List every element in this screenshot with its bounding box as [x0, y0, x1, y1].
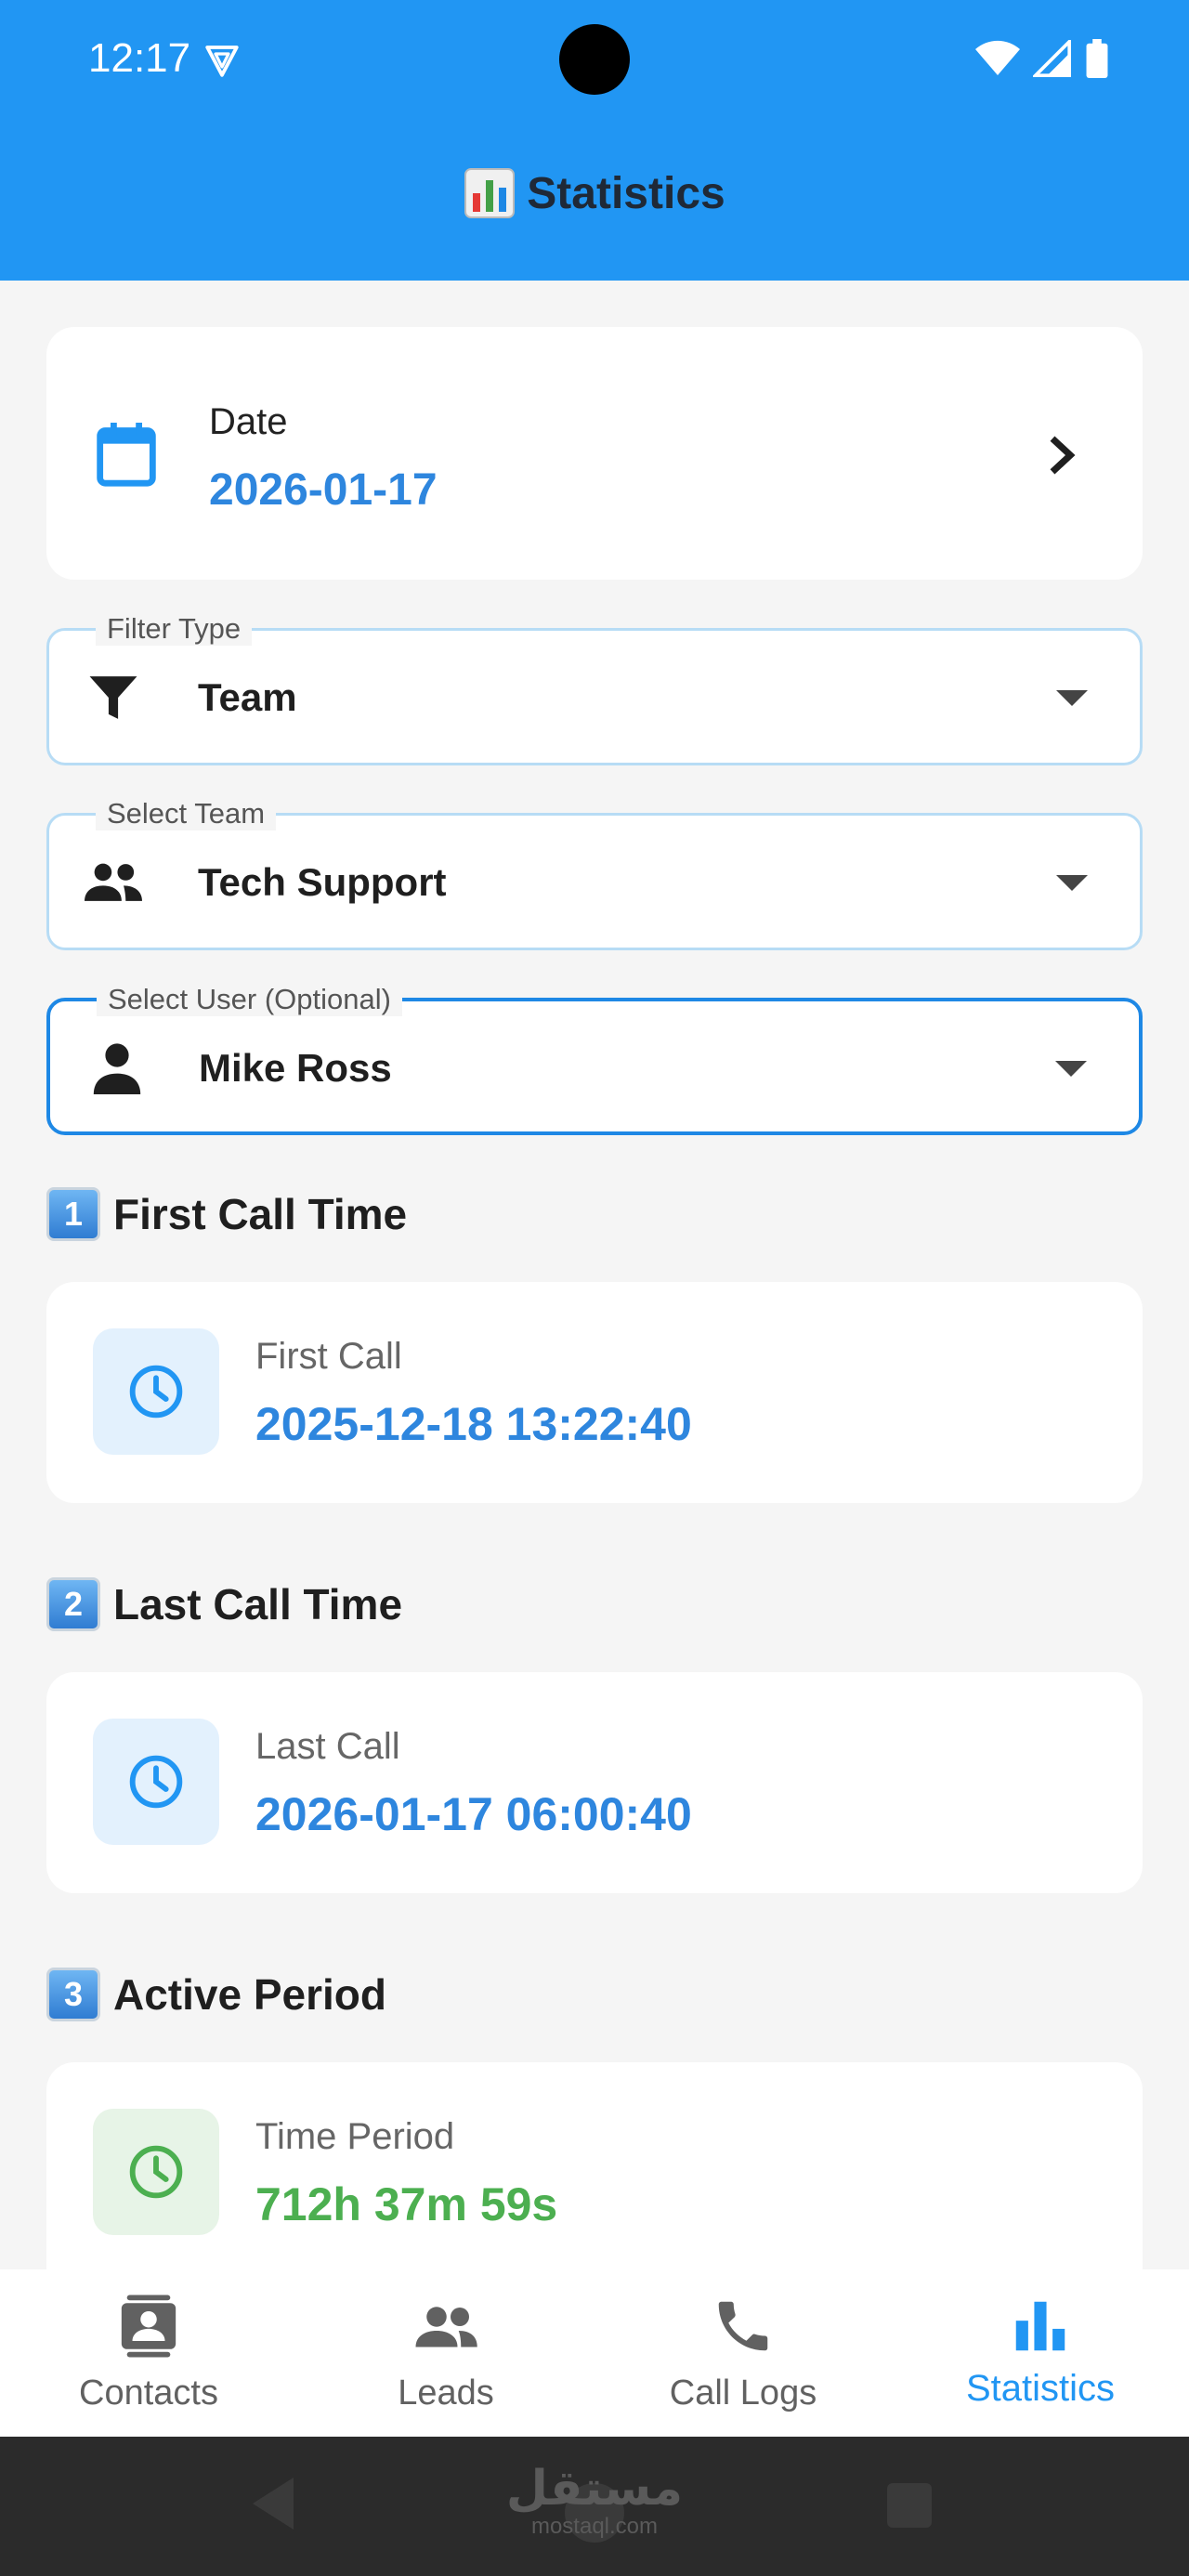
stat-value: 2026-01-17 06:00:40: [255, 1788, 692, 1840]
wifi-icon: [975, 40, 1020, 75]
cell-signal-icon: [1033, 40, 1071, 77]
group-icon: [415, 2307, 477, 2347]
section-first-call-title: 1 First Call Time: [46, 1187, 407, 1241]
nav-item-call-logs[interactable]: Call Logs: [594, 2269, 892, 2437]
nav-label: Call Logs: [669, 2373, 817, 2413]
phone-icon: [718, 2301, 768, 2351]
bottom-navigation: Contacts Leads Call Logs Statistics: [0, 2269, 1189, 2437]
select-user-label: Select User (Optional): [97, 983, 402, 1016]
stat-label: Time Period: [255, 2116, 455, 2157]
date-label: Date: [209, 401, 288, 442]
watermark-arabic: مستقل: [505, 2461, 684, 2517]
stat-icon-box: [93, 1328, 219, 1455]
camera-cutout: [559, 24, 630, 95]
app-bar: 12:17 Statistics: [0, 0, 1189, 281]
nav-label: Statistics: [965, 2368, 1116, 2409]
dropdown-arrow-icon: [1056, 690, 1088, 706]
group-icon: [85, 863, 142, 901]
select-team-label: Select Team: [96, 797, 277, 830]
keycap-1-icon: 1: [46, 1187, 100, 1241]
nav-label: Contacts: [79, 2373, 218, 2413]
keycap-2-icon: 2: [46, 1577, 100, 1631]
active-period-card: Time Period 712h 37m 59s: [46, 2062, 1143, 2304]
last-call-card: Last Call 2026-01-17 06:00:40: [46, 1672, 1143, 1893]
filter-funnel-icon: [89, 676, 137, 719]
select-team-dropdown[interactable]: Select Team Tech Support: [46, 797, 1143, 950]
first-call-card: First Call 2025-12-18 13:22:40: [46, 1282, 1143, 1503]
filter-type-dropdown[interactable]: Filter Type Team: [46, 612, 1143, 765]
person-icon: [93, 1043, 141, 1094]
bar-chart-emoji-icon: [464, 168, 516, 218]
clock-icon: [129, 1755, 183, 1809]
stat-icon-box: [93, 1719, 219, 1845]
status-icons: [975, 39, 1109, 78]
status-time: 12:17: [88, 35, 191, 81]
section-title-text: Last Call Time: [113, 1580, 403, 1628]
watermark: مستقل mostaql.com: [0, 2463, 1189, 2539]
section-last-call-title: 2 Last Call Time: [46, 1577, 402, 1631]
stat-label: First Call: [255, 1336, 402, 1377]
stat-value: 2025-12-18 13:22:40: [255, 1398, 692, 1450]
stat-label: Last Call: [255, 1726, 400, 1767]
system-navigation-bar: مستقل mostaql.com: [0, 2437, 1189, 2576]
section-title-text: First Call Time: [113, 1190, 408, 1238]
date-value: 2026-01-17: [209, 465, 438, 515]
calendar-icon: [97, 423, 156, 487]
contacts-icon: [121, 2295, 176, 2358]
bar-chart-icon: [1015, 2301, 1065, 2351]
date-picker-card[interactable]: Date 2026-01-17: [46, 327, 1143, 580]
select-team-value: Tech Support: [198, 860, 447, 904]
nav-item-contacts[interactable]: Contacts: [0, 2269, 297, 2437]
dropdown-arrow-icon: [1055, 1061, 1087, 1077]
nav-item-leads[interactable]: Leads: [297, 2269, 594, 2437]
page-title-text: Statistics: [527, 168, 725, 218]
chevron-right-icon: [1050, 436, 1076, 475]
clock-icon: [129, 2145, 183, 2199]
filter-type-label: Filter Type: [96, 612, 253, 646]
page-title: Statistics: [0, 167, 1189, 219]
filter-type-value: Team: [198, 675, 297, 719]
stat-icon-box: [93, 2109, 219, 2235]
stat-value: 712h 37m 59s: [255, 2178, 558, 2230]
vpn-shield-icon: [205, 46, 239, 77]
nav-item-statistics[interactable]: Statistics: [892, 2269, 1189, 2437]
clock-icon: [129, 1365, 183, 1419]
watermark-latin: mostaql.com: [530, 2514, 659, 2539]
section-title-text: Active Period: [113, 1970, 386, 2019]
battery-icon: [1086, 39, 1108, 78]
select-user-dropdown[interactable]: Select User (Optional) Mike Ross: [46, 983, 1143, 1135]
dropdown-arrow-icon: [1056, 875, 1088, 891]
nav-label: Leads: [398, 2373, 494, 2413]
section-active-period-title: 3 Active Period: [46, 1968, 386, 2021]
keycap-3-icon: 3: [46, 1968, 100, 2021]
select-user-value: Mike Ross: [199, 1046, 392, 1090]
